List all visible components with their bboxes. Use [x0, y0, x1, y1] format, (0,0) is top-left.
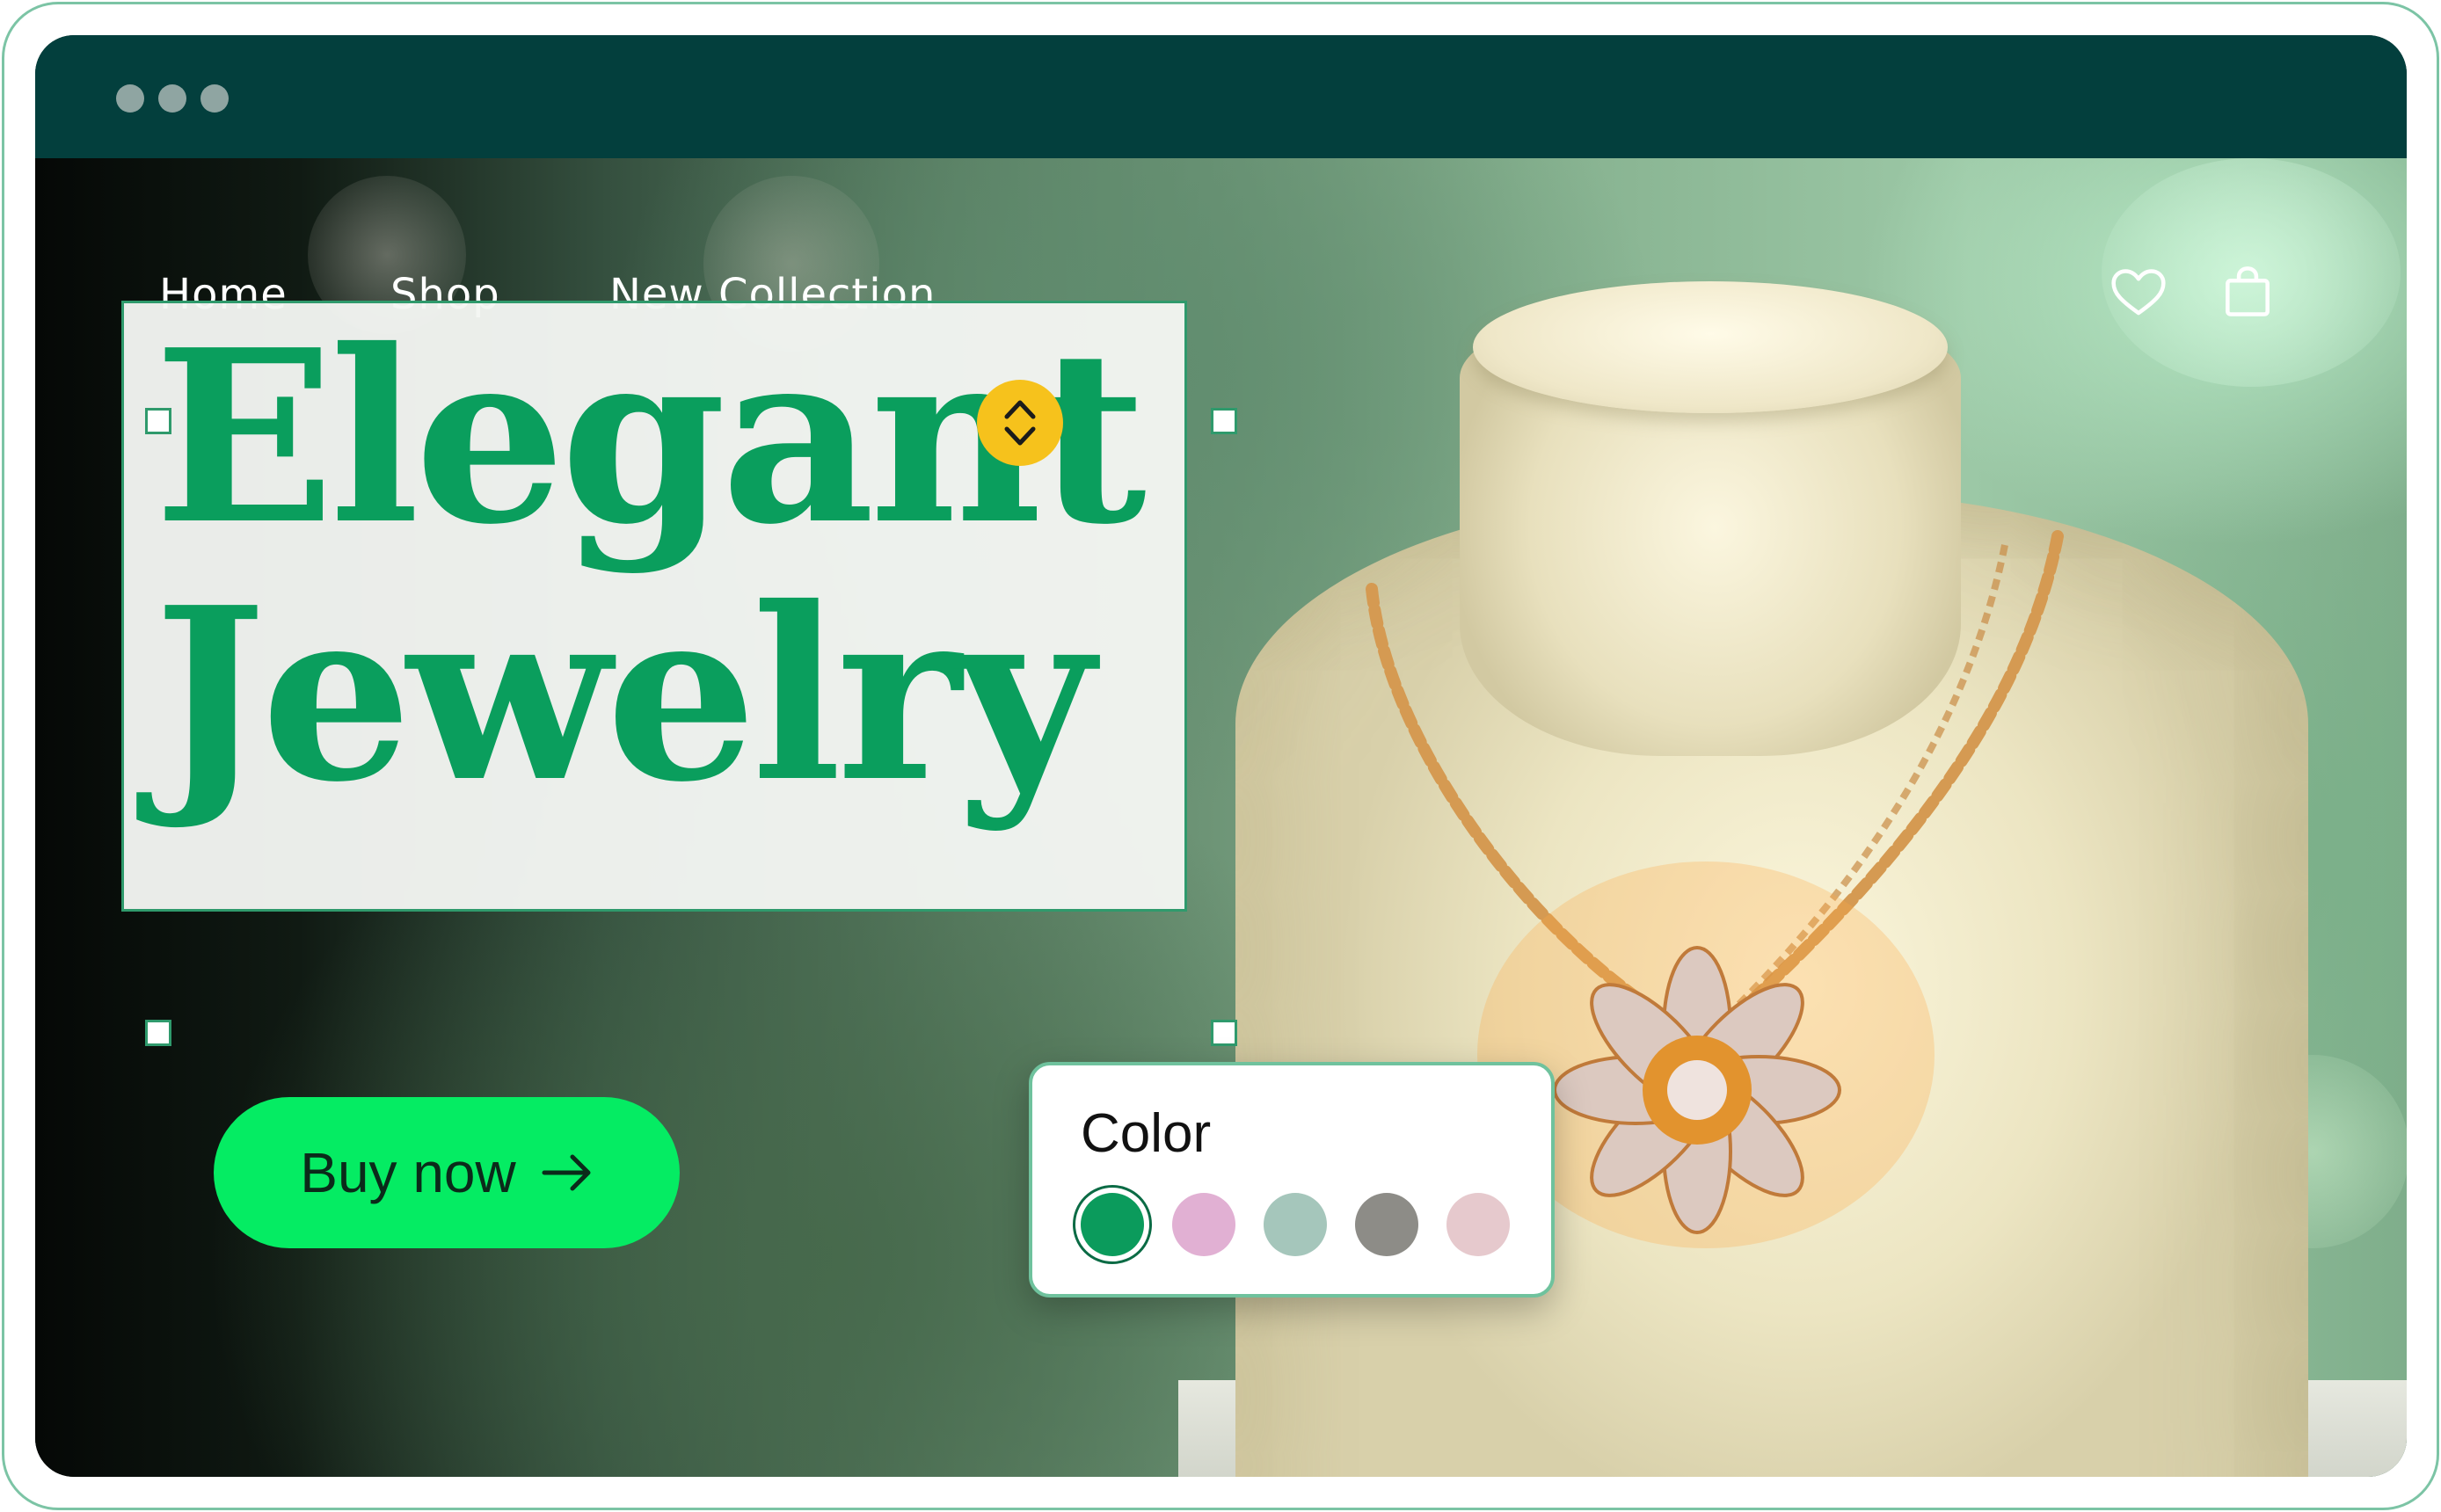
- color-swatch-1[interactable]: [1081, 1193, 1144, 1256]
- vertical-resize-knob[interactable]: [977, 380, 1063, 466]
- chevron-up-down-icon: [1004, 400, 1036, 446]
- color-picker-title: Color: [1081, 1103, 1212, 1164]
- buy-now-button[interactable]: Buy now: [214, 1097, 680, 1248]
- headline-line-2[interactable]: Jewelry: [154, 563, 1214, 826]
- buy-now-label: Buy now: [300, 1141, 516, 1204]
- resize-handle-top-left[interactable]: [145, 408, 171, 434]
- arrow-right-icon: [542, 1154, 591, 1191]
- shopping-bag-icon[interactable]: [2218, 262, 2277, 322]
- heart-icon[interactable]: [2109, 262, 2168, 322]
- window-titlebar: [35, 35, 2407, 158]
- color-swatch-3[interactable]: [1264, 1193, 1327, 1256]
- color-swatch-2[interactable]: [1172, 1193, 1235, 1256]
- window-dot-2[interactable]: [158, 84, 186, 113]
- color-swatch-5[interactable]: [1446, 1193, 1510, 1256]
- resize-handle-top-right[interactable]: [1211, 408, 1237, 434]
- window-dot-3[interactable]: [200, 84, 229, 113]
- color-picker-panel: Color: [1029, 1062, 1555, 1298]
- window-dot-1[interactable]: [116, 84, 144, 113]
- color-swatch-4[interactable]: [1355, 1193, 1418, 1256]
- resize-handle-bottom-left[interactable]: [145, 1020, 171, 1046]
- resize-handle-bottom-right[interactable]: [1211, 1020, 1237, 1046]
